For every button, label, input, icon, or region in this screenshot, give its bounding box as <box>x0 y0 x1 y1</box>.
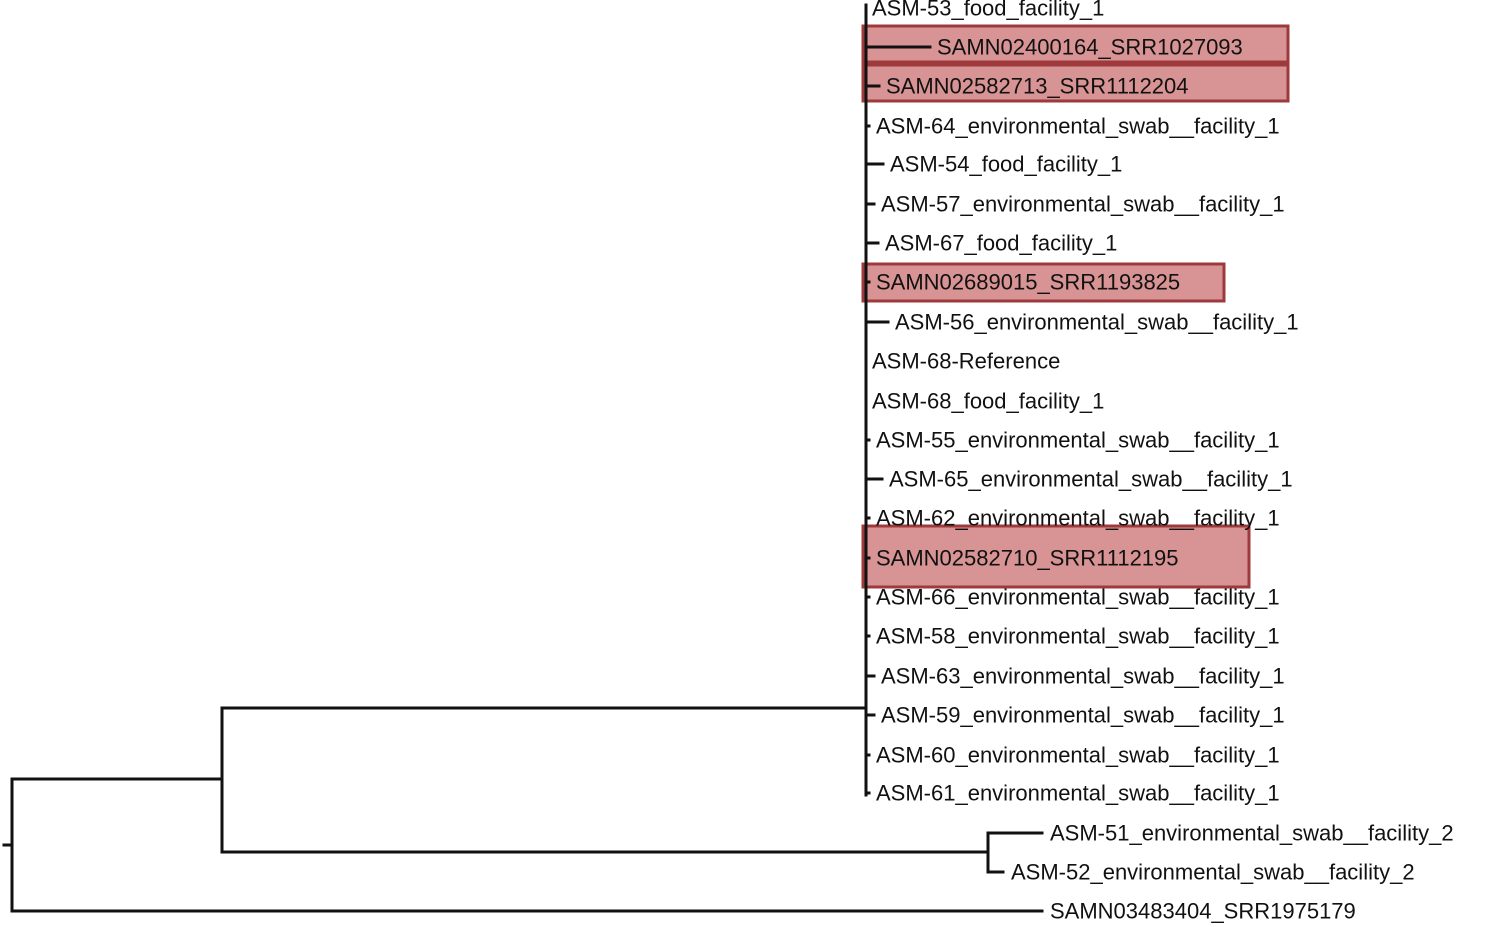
tip-label: SAMN02582713_SRR1112204 <box>886 74 1189 99</box>
tip-label: ASM-54_food_facility_1 <box>890 152 1122 177</box>
tip-label: SAMN03483404_SRR1975179 <box>1050 899 1356 924</box>
tip-label: ASM-52_environmental_swab__facility_2 <box>1011 860 1415 885</box>
tip-label-layer: ASM-53_food_facility_1 SAMN02400164_SRR10… <box>872 0 1454 924</box>
tip-label: ASM-67_food_facility_1 <box>885 231 1117 256</box>
tip-label: ASM-55_environmental_swab__facility_1 <box>876 428 1280 453</box>
tip-label: ASM-63_environmental_swab__facility_1 <box>881 664 1285 689</box>
tip-label: ASM-61_environmental_swab__facility_1 <box>876 781 1280 806</box>
tip-label: ASM-68_food_facility_1 <box>872 389 1104 414</box>
tip-label: SAMN02400164_SRR1027093 <box>937 35 1243 60</box>
tip-label: ASM-58_environmental_swab__facility_1 <box>876 624 1280 649</box>
tip-label: ASM-68-Reference <box>872 349 1060 374</box>
tip-label: ASM-65_environmental_swab__facility_1 <box>889 467 1293 492</box>
phylogenetic-tree: ASM-53_food_facility_1 SAMN02400164_SRR10… <box>2 0 1454 924</box>
tip-label: ASM-53_food_facility_1 <box>872 0 1104 21</box>
tip-label: ASM-66_environmental_swab__facility_1 <box>876 585 1280 610</box>
tip-label: ASM-64_environmental_swab__facility_1 <box>876 114 1280 139</box>
tip-label: SAMN02582710_SRR1112195 <box>876 546 1179 571</box>
branch-layer <box>2 3 1044 913</box>
tip-label: ASM-51_environmental_swab__facility_2 <box>1050 821 1454 846</box>
tip-label: ASM-59_environmental_swab__facility_1 <box>881 703 1285 728</box>
highlight-layer <box>861 24 1290 589</box>
tip-label: ASM-57_environmental_swab__facility_1 <box>881 192 1285 217</box>
tip-label: ASM-60_environmental_swab__facility_1 <box>876 743 1280 768</box>
tip-label: ASM-56_environmental_swab__facility_1 <box>895 310 1299 335</box>
tip-label: SAMN02689015_SRR1193825 <box>876 270 1180 295</box>
tip-label: ASM-62_environmental_swab__facility_1 <box>876 506 1280 531</box>
